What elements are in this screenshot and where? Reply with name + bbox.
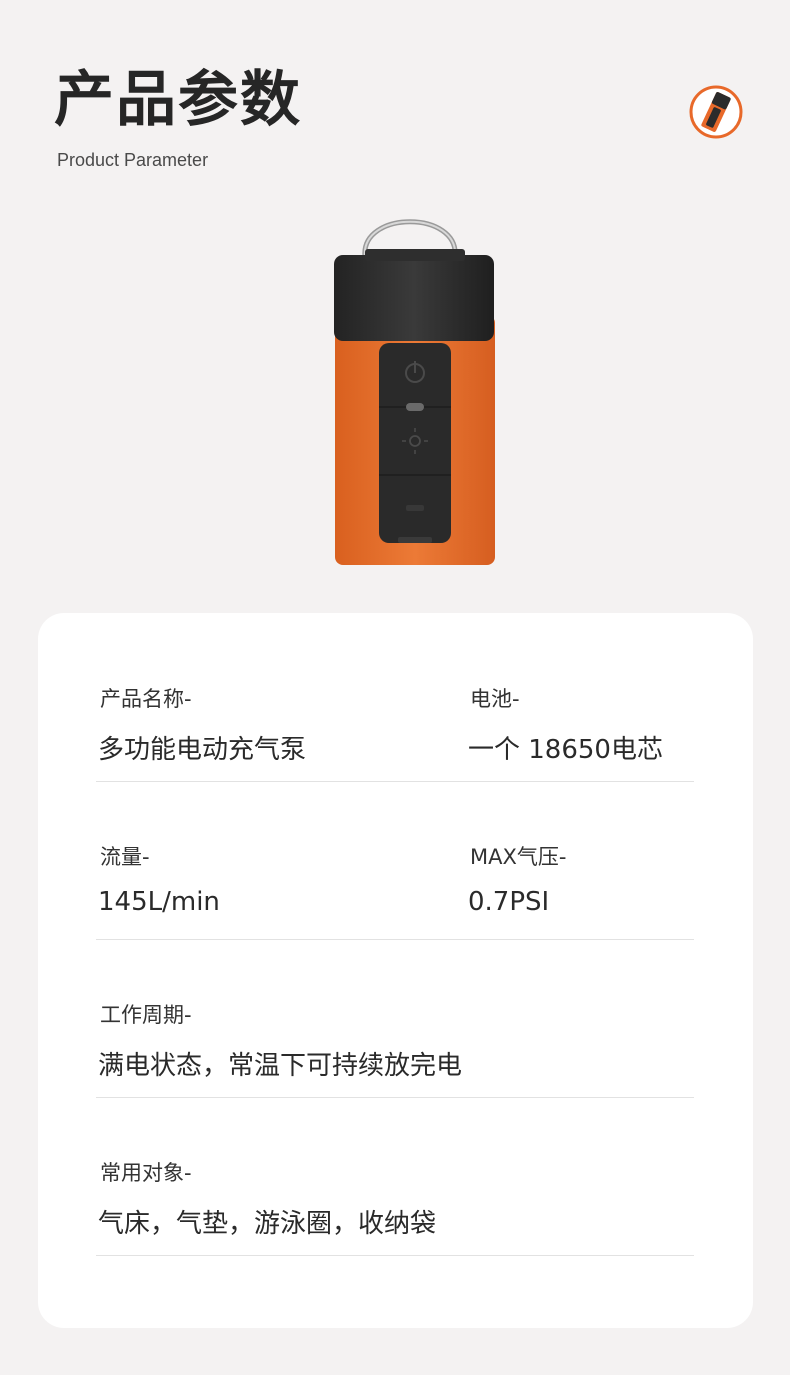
- parameter-row: 常用对象- 气床，气垫，游泳圈，收纳袋: [96, 1149, 694, 1256]
- parameter-value: 气床，气垫，游泳圈，收纳袋: [98, 1209, 437, 1239]
- parameter-label: 电池-: [470, 687, 520, 711]
- parameter-label: 工作周期-: [100, 1003, 192, 1027]
- parameter-card: 产品名称- 多功能电动充气泵 电池- 一个 18650电芯流量- 145L/min MAX…: [38, 613, 753, 1328]
- parameter-row: 产品名称- 多功能电动充气泵 电池- 一个 18650电芯: [96, 675, 694, 782]
- parameter-value: 145L/min: [98, 887, 220, 917]
- parameter-value: 满电状态，常温下可持续放完电: [98, 1051, 463, 1081]
- parameter-label: 产品名称-: [100, 687, 192, 711]
- parameter-value: 多功能电动充气泵: [98, 735, 307, 765]
- parameter-row: 流量- 145L/min MAX气压- 0.7PSI: [96, 833, 694, 940]
- pump-icon: [689, 85, 743, 139]
- page-title: 产品参数: [54, 65, 302, 135]
- parameter-label: 常用对象-: [100, 1161, 192, 1185]
- page-subtitle: Product Parameter: [57, 150, 209, 170]
- parameter-value: 一个 18650电芯: [468, 735, 663, 765]
- parameter-value: 0.7PSI: [468, 887, 550, 917]
- air-pump-product-image: [334, 219, 495, 565]
- parameter-label: 流量-: [100, 845, 150, 869]
- parameter-label: MAX气压-: [470, 845, 567, 869]
- parameter-row: 工作周期- 满电状态，常温下可持续放完电: [96, 991, 694, 1098]
